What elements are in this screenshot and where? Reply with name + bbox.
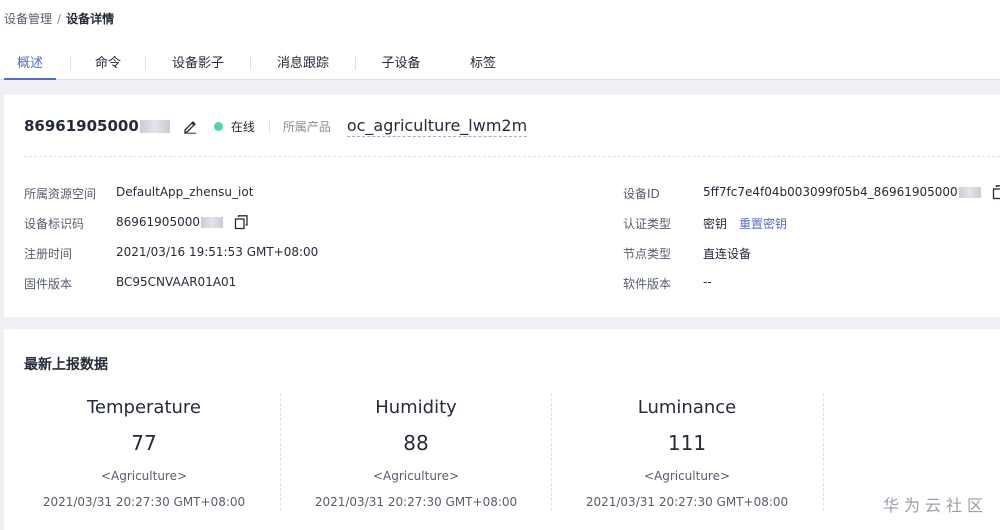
software-version-label: 软件版本 <box>623 277 672 291</box>
auth-type-value: 密钥 <box>703 217 728 231</box>
metric-value: 77 <box>131 431 157 455</box>
tab-child-devices[interactable]: 子设备 <box>356 52 446 80</box>
metric-service: <Agriculture> <box>372 469 460 483</box>
metric-humidity: Humidity 88 <Agriculture> 2021/03/31 20:… <box>280 393 552 513</box>
tab-bar: 概述 命令 设备影子 消息跟踪 子设备 标签 <box>0 52 520 80</box>
firmware-version-value: BC95CNVAAR01A01 <box>116 275 237 289</box>
metric-time: 2021/03/31 20:27:30 GMT+08:00 <box>314 495 518 509</box>
tab-commands[interactable]: 命令 <box>71 52 145 80</box>
node-type-value: 直连设备 <box>703 247 752 261</box>
device-id-value: 5ff7fc7e4f04b003099f05b4_86961905000 <box>703 185 958 199</box>
status-text: 在线 <box>230 119 255 134</box>
metric-divider <box>823 393 824 511</box>
metric-name: Luminance <box>637 397 737 418</box>
copy-icon[interactable] <box>991 184 1000 200</box>
software-version-value: -- <box>703 275 712 289</box>
product-link[interactable]: oc_agriculture_lwm2m <box>346 116 528 137</box>
masked-digits <box>958 186 981 198</box>
device-info-card: 86961905000 在线 所属产品 oc_agriculture_lwm2m… <box>4 95 1000 317</box>
breadcrumb-separator: / <box>57 11 62 26</box>
metric-time: 2021/03/31 20:27:30 GMT+08:00 <box>42 495 246 509</box>
metric-value: 88 <box>403 431 429 455</box>
device-id-row: 5ff7fc7e4f04b003099f05b4_86961905000 <box>703 184 1000 200</box>
tab-message-trace[interactable]: 消息跟踪 <box>251 52 355 80</box>
metric-value: 111 <box>667 431 707 455</box>
latest-data-title: 最新上报数据 <box>24 357 108 373</box>
node-type-label: 节点类型 <box>623 247 672 261</box>
copy-icon[interactable] <box>233 214 249 230</box>
tab-overview[interactable]: 概述 <box>4 52 56 80</box>
node-identifier-value: 86961905000 <box>116 215 200 229</box>
top-bar: 设备管理 / 设备详情 概述 命令 设备影子 消息跟踪 子设备 标签 <box>0 0 1000 80</box>
latest-data-card: 最新上报数据 Temperature 77 <Agriculture> 2021… <box>4 329 1000 530</box>
breadcrumb-device-management[interactable]: 设备管理 <box>4 10 52 27</box>
registered-time-label: 注册时间 <box>24 247 73 261</box>
tab-tags[interactable]: 标签 <box>446 52 520 80</box>
device-header: 86961905000 在线 所属产品 oc_agriculture_lwm2m <box>24 115 528 137</box>
node-identifier-row: 86961905000 <box>116 214 249 230</box>
metric-luminance: Luminance 111 <Agriculture> 2021/03/31 2… <box>551 393 823 513</box>
header-divider <box>268 119 270 133</box>
masked-digits <box>200 216 223 228</box>
metric-service: <Agriculture> <box>100 469 188 483</box>
auth-type-label: 认证类型 <box>623 217 672 231</box>
device-name: 86961905000 <box>24 117 139 135</box>
auth-type-row: 密钥 重置密钥 <box>703 215 787 232</box>
edit-icon[interactable] <box>182 118 198 134</box>
resource-space-label: 所属资源空间 <box>24 187 97 201</box>
product-label: 所属产品 <box>282 119 331 134</box>
breadcrumb-current: 设备详情 <box>66 12 115 26</box>
online-status-dot <box>213 121 223 131</box>
registered-time-value: 2021/03/16 19:51:53 GMT+08:00 <box>116 245 319 259</box>
metric-name: Humidity <box>375 397 457 418</box>
node-identifier-label: 设备标识码 <box>24 217 85 231</box>
watermark: 华为云社区 <box>882 496 988 515</box>
metric-name: Temperature <box>86 397 202 418</box>
metric-time: 2021/03/31 20:27:30 GMT+08:00 <box>585 495 789 509</box>
masked-digits <box>139 119 170 133</box>
tab-device-shadow[interactable]: 设备影子 <box>146 52 250 80</box>
firmware-version-label: 固件版本 <box>24 277 73 291</box>
breadcrumb: 设备管理 / 设备详情 <box>4 10 114 27</box>
metric-temperature: Temperature 77 <Agriculture> 2021/03/31 … <box>8 393 280 513</box>
reset-secret-link[interactable]: 重置密钥 <box>739 215 787 232</box>
metric-service: <Agriculture> <box>643 469 731 483</box>
dashed-divider <box>24 156 1000 157</box>
device-id-label: 设备ID <box>623 187 660 201</box>
resource-space-value: DefaultApp_zhensu_iot <box>116 185 254 199</box>
